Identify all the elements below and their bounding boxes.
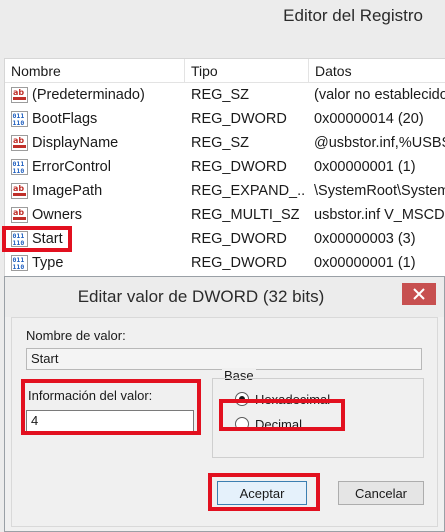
dialog-close-button[interactable] — [402, 283, 436, 305]
registry-row-type: REG_MULTI_SZ — [191, 207, 300, 223]
value-name-field: Start — [26, 348, 422, 370]
column-type-header[interactable]: Tipo — [185, 59, 309, 83]
registry-row[interactable]: 011 110 Start REG_DWORD 0x00000003 (3) — [5, 227, 445, 251]
registry-row-name: ErrorControl — [32, 159, 111, 175]
value-data-label: Información del valor: — [28, 388, 153, 403]
cancel-button[interactable]: Cancelar — [338, 481, 424, 505]
string-value-icon: ab — [11, 207, 28, 223]
column-name-header[interactable]: Nombre — [5, 59, 185, 83]
dialog-body: Nombre de valor: Start Información del v… — [11, 317, 438, 527]
registry-title: Editor del Registro — [283, 6, 423, 25]
registry-row-data: usbstor.inf V_MSCDS — [314, 207, 445, 223]
registry-row[interactable]: 011 110 BootFlags REG_DWORD 0x00000014 (20) — [5, 107, 445, 131]
base-group: Hexadecimal Decimal — [212, 378, 424, 458]
dialog-title: Editar valor de DWORD (32 bits) — [77, 287, 325, 306]
hexadecimal-radio[interactable] — [235, 392, 249, 406]
svg-text:110: 110 — [13, 239, 25, 247]
registry-row-type: REG_SZ — [191, 135, 250, 151]
accept-button[interactable]: Aceptar — [217, 481, 307, 505]
svg-text:ab: ab — [13, 208, 24, 217]
registry-row[interactable]: 011 110 Type REG_DWORD 0x00000001 (1) — [5, 251, 445, 275]
decimal-label[interactable]: Decimal — [255, 417, 302, 432]
registry-rows: ab (Predeterminado) REG_SZ (valor no establ… — [5, 83, 445, 275]
edit-dword-dialog: Editar valor de DWORD (32 bits) Nombre d… — [4, 276, 445, 532]
registry-row-name: Type — [32, 255, 64, 271]
registry-row[interactable]: ab Owners REG_MULTI_SZ usbstor.inf V_MSCDS — [5, 203, 445, 227]
registry-row-data: 0x00000014 (20) — [314, 111, 424, 127]
registry-values-list: Nombre Tipo Datos ab (Predeterminado) REG_… — [4, 58, 445, 278]
column-data-header[interactable]: Datos — [309, 59, 445, 83]
decimal-radio[interactable] — [235, 417, 249, 431]
binary-value-icon: 011 110 — [11, 255, 28, 271]
registry-row[interactable]: ab (Predeterminado) REG_SZ (valor no establ… — [5, 83, 445, 107]
binary-value-icon: 011 110 — [11, 111, 28, 127]
registry-row-type: REG_EXPAND_... — [191, 183, 305, 199]
registry-row-type: REG_DWORD — [191, 111, 287, 127]
registry-row-name: ImagePath — [32, 183, 103, 199]
string-value-icon: ab — [11, 183, 28, 199]
registry-row-data: \SystemRoot\System — [314, 183, 445, 199]
svg-text:110: 110 — [13, 119, 25, 127]
dialog-titlebar: Editar valor de DWORD (32 bits) — [5, 277, 444, 317]
svg-text:ab: ab — [13, 184, 24, 193]
registry-row-name: BootFlags — [32, 111, 98, 127]
registry-row-type: REG_DWORD — [191, 159, 287, 175]
registry-row-type: REG_DWORD — [191, 255, 287, 271]
binary-value-icon: 011 110 — [11, 159, 28, 175]
svg-text:110: 110 — [13, 263, 25, 271]
registry-row-data: (valor no establecido) — [314, 87, 445, 103]
svg-text:ab: ab — [13, 136, 24, 145]
string-value-icon: ab — [11, 135, 28, 151]
registry-row-data: 0x00000003 (3) — [314, 231, 416, 247]
svg-text:110: 110 — [13, 167, 25, 175]
registry-row-name: DisplayName — [32, 135, 119, 151]
string-value-icon: ab — [11, 87, 28, 103]
svg-text:ab: ab — [13, 88, 24, 97]
hexadecimal-label[interactable]: Hexadecimal — [255, 392, 330, 407]
value-name-label: Nombre de valor: — [26, 328, 126, 343]
value-data-input[interactable]: 4 — [26, 410, 194, 432]
registry-row-type: REG_DWORD — [191, 231, 287, 247]
close-icon — [413, 288, 425, 300]
registry-row-type: REG_SZ — [191, 87, 250, 103]
binary-value-icon: 011 110 — [11, 231, 28, 247]
registry-row-data: @usbstor.inf,%USBST — [314, 135, 445, 151]
registry-row[interactable]: ab DisplayName REG_SZ @usbstor.inf,%USBST — [5, 131, 445, 155]
registry-row-data: 0x00000001 (1) — [314, 255, 416, 271]
registry-row-name: Owners — [32, 207, 82, 223]
registry-row[interactable]: ab ImagePath REG_EXPAND_... \SystemRoot\Sys… — [5, 179, 445, 203]
registry-row-name: Start — [32, 231, 63, 247]
column-header: Nombre Tipo Datos — [5, 59, 445, 83]
registry-row-data: 0x00000001 (1) — [314, 159, 416, 175]
registry-row-name: (Predeterminado) — [32, 87, 145, 103]
registry-row[interactable]: 011 110 ErrorControl REG_DWORD 0x00000001 (1… — [5, 155, 445, 179]
registry-titlebar: Editor del Registro — [0, 0, 445, 34]
